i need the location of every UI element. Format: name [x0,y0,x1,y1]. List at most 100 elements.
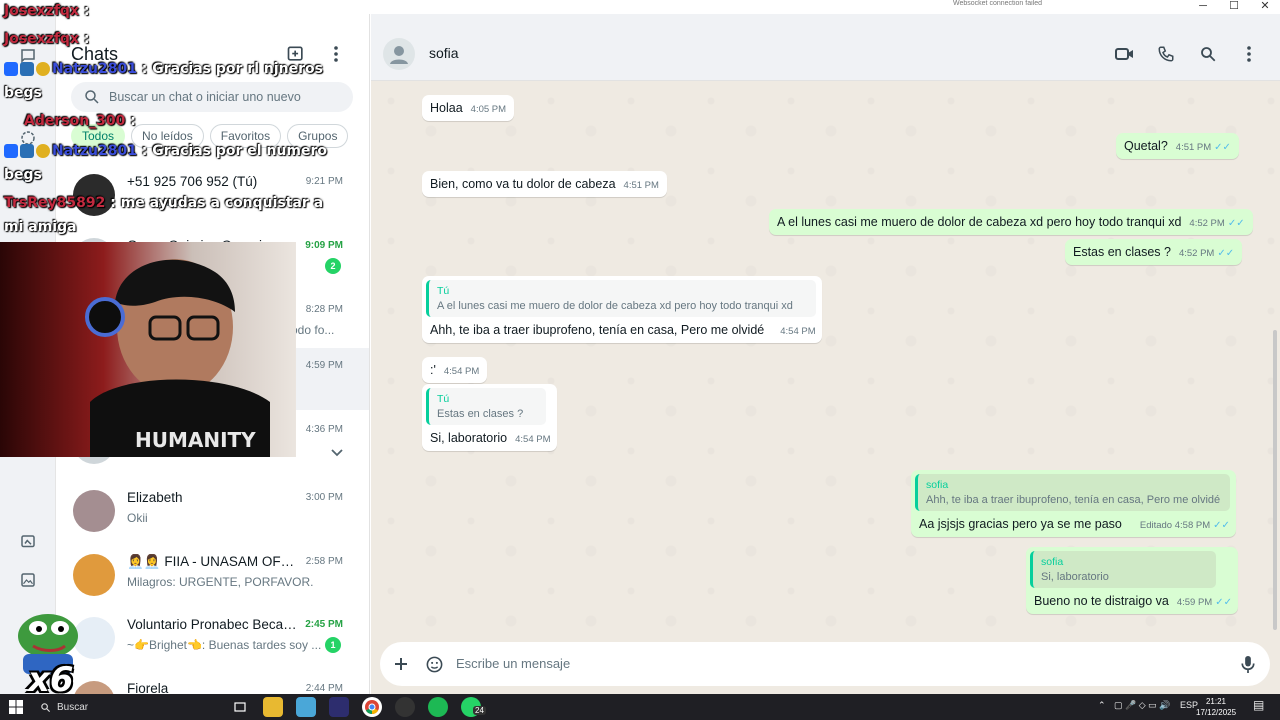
message-text: Quetal? [1124,139,1168,153]
chat-name: 👩‍💼👩‍💼 FIIA - UNASAM OFICI... [127,554,297,569]
obs-icon[interactable] [395,697,415,717]
badge-icon [36,144,50,158]
message-bubble[interactable]: Tú A el lunes casi me muero de dolor de … [422,276,822,343]
message-bubble[interactable]: Quetal? 4:51 PM ✓✓ [1116,133,1239,159]
whatsapp-taskbar-icon[interactable]: 24 [461,697,486,717]
message-bubble[interactable]: Bien, como va tu dolor de cabeza 4:51 PM [422,171,667,197]
message-list[interactable]: Holaa 4:05 PM Quetal? 4:51 PM ✓✓ Bien, como… [371,81,1280,640]
quote-author: sofia [926,479,949,491]
quoted-message[interactable]: sofia Si, laboratorio [1030,551,1216,588]
search-icon [85,90,99,104]
message-bubble[interactable]: sofia Ahh, te iba a traer ibuprofeno, te… [911,470,1236,537]
message-input[interactable]: Escribe un mensaje [456,656,570,671]
chat-list-item[interactable]: Elizabeth 3:00 PM Okii [56,480,369,542]
message-bubble[interactable]: sofia Si, laboratorio Bueno no te distra… [1026,547,1238,614]
read-receipt-icon: ✓✓ [1217,248,1235,259]
read-receipt-icon: ✓✓ [1213,520,1230,531]
chat-header: sofia [371,14,1280,81]
minimize-button[interactable]: ─ [1188,0,1218,12]
message-bubble[interactable]: Holaa 4:05 PM [422,95,515,121]
message-bubble[interactable]: Estas en clases ? 4:52 PM ✓✓ [1065,239,1243,265]
chevron-down-icon[interactable] [331,444,343,462]
tray-chevron-icon[interactable]: ⌃ [1098,700,1106,711]
read-receipt-icon: ✓✓ [1214,142,1231,153]
search-messages-icon[interactable] [1196,42,1220,66]
overlay-chat-line: Josexzfqx : [4,30,89,48]
microphone-icon[interactable] [1237,653,1259,675]
chat-list-item[interactable]: 👩‍💼👩‍💼 FIIA - UNASAM OFICI... 2:58 PM Mi… [56,544,369,606]
app-icon[interactable] [329,697,349,717]
chat-time: 9:09 PM [305,240,343,251]
sticker-icon[interactable] [423,653,445,675]
quoted-message[interactable]: Tú A el lunes casi me muero de dolor de … [426,280,816,317]
chrome-icon[interactable] [362,697,382,717]
notepad-icon[interactable] [296,697,316,717]
message-text: Holaa [430,101,463,115]
taskbar-search-label: Buscar [57,701,89,713]
read-receipt-icon: ✓✓ [1215,597,1232,608]
message-time: 4:54 PM [443,366,480,377]
windows-start-icon[interactable] [9,700,23,714]
overlay-message: : [125,113,136,129]
message-time: 4:52 PM [1178,248,1215,259]
task-view-icon[interactable] [230,697,250,717]
windows-taskbar: Buscar 24 ⌃ ▢ 🎤 ◇ ▭ 🔊 ESP 21:21 17/12/20… [0,694,1280,720]
message-text: Estas en clases ? [1073,245,1171,259]
avatar [73,681,115,694]
badge-icon [4,62,18,76]
message-text: Ahh, te iba a traer ibuprofeno, tenía en… [430,323,765,337]
chat-search[interactable]: Buscar un chat o iniciar uno nuevo [71,82,353,112]
overlay-message: : Gracias por el numero [136,143,328,159]
message-bubble[interactable]: Tú Estas en clases ? Si, laboratorio 4:54… [422,384,557,451]
message-bubble[interactable]: :' 4:54 PM [422,357,488,383]
message-bubble[interactable]: A el lunes casi me muero de dolor de cab… [769,209,1253,235]
unread-badge: 2 [325,258,341,274]
chat-preview: Okii [127,511,148,525]
chat-menu-icon[interactable] [1237,42,1261,66]
avatar [73,554,115,596]
chat-time: 8:28 PM [305,304,343,315]
quote-author: sofia [1041,556,1064,568]
message-text: Bien, como va tu dolor de cabeza [430,177,616,191]
quoted-message[interactable]: sofia Ahh, te iba a traer ibuprofeno, te… [915,474,1230,511]
close-button[interactable]: ✕ [1250,0,1280,12]
search-input[interactable]: Buscar un chat o iniciar uno nuevo [109,90,301,104]
chat-time: 2:44 PM [305,683,343,694]
quoted-message[interactable]: Tú Estas en clases ? [426,388,546,425]
menu-kebab-icon[interactable] [322,42,350,66]
taskbar-clock[interactable]: 21:21 17/12/2025 [1196,696,1236,718]
chat-time: 2:45 PM [305,619,343,630]
chat-preview: ~👉Brighet👈: Buenas tardes soy ... [127,638,322,652]
tray-icons[interactable]: ▢ 🎤 ◇ ▭ 🔊 [1114,700,1170,711]
spotify-icon[interactable] [428,697,448,717]
message-time: 4:54 PM [515,434,551,445]
clock-time: 21:21 [1205,697,1227,706]
starred-icon[interactable] [16,530,40,554]
video-call-icon[interactable] [1113,42,1137,66]
overlay-message: : Gracias por rl njneros [136,61,323,77]
maximize-button[interactable]: ☐ [1219,0,1249,12]
search-icon [41,702,51,712]
message-scrollbar[interactable] [1273,330,1277,630]
message-text: Si, laboratorio [430,431,508,445]
contact-name[interactable]: sofia [429,45,459,61]
overlay-username: Josexzfqx [4,3,79,19]
attach-plus-icon[interactable] [390,653,412,675]
notifications-icon[interactable]: ▤ [1253,698,1264,712]
window-titlebar: Websocket connection failed ─ ☐ ✕ [0,0,1280,14]
quote-text: A el lunes casi me muero de dolor de cab… [437,300,793,312]
contact-avatar[interactable] [383,38,415,70]
overlay-message: : me ayudas a conquistar a [105,195,324,211]
voice-call-icon[interactable] [1154,42,1178,66]
file-explorer-icon[interactable] [263,697,283,717]
badge-icon [36,62,50,76]
badge-icon [20,62,34,76]
chat-list-item[interactable]: Fiorela 2:44 PM [56,671,369,694]
media-icon[interactable] [16,568,40,592]
message-time: 4:59 PM [1176,597,1213,608]
chat-list-item[interactable]: Voluntario Pronabec Beca 1... 2:45 PM ~👉… [56,607,369,669]
overlay-username: Aderson_300 [24,113,126,129]
chat-name: Voluntario Pronabec Beca 1... [127,617,297,632]
emote-multiplier: x6 [28,660,74,700]
quote-text: Estas en clases ? [437,408,524,420]
